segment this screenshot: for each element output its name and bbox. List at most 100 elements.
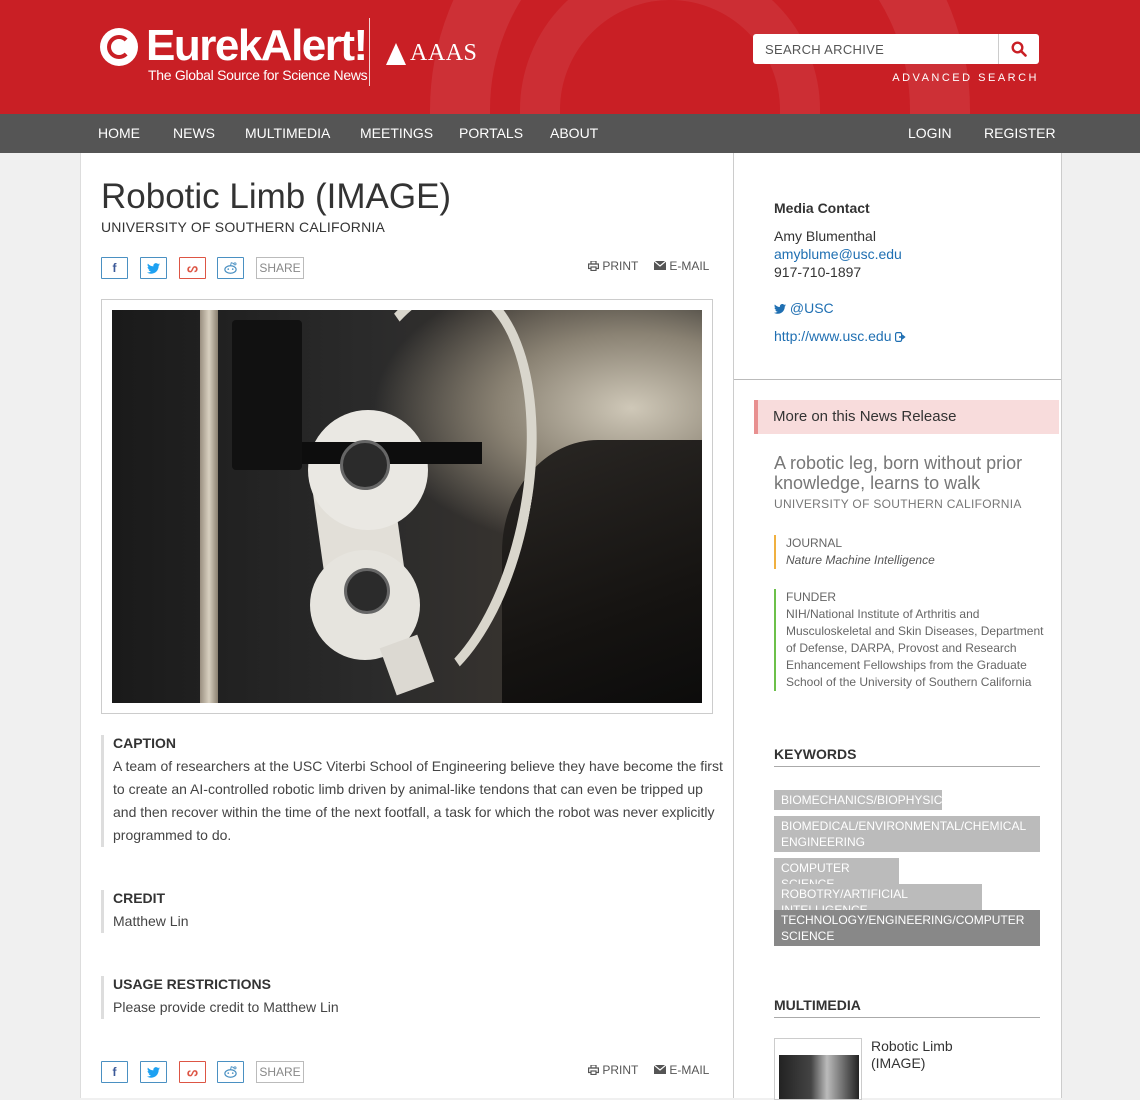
stumbleupon-share-button[interactable]: ᔕ (179, 257, 206, 279)
print-label: PRINT (602, 259, 639, 273)
credit-title: CREDIT (113, 890, 166, 906)
search-button[interactable] (998, 34, 1039, 64)
logo-subtitle: The Global Source for Science News (148, 67, 368, 83)
keyword-tag[interactable]: BIOMECHANICS/BIOPHYSICS (774, 790, 950, 810)
print-link[interactable]: PRINT (588, 259, 638, 273)
related-release-link[interactable]: A robotic leg, born without prior knowle… (774, 453, 1044, 493)
usage-text: Please provide credit to Matthew Lin (113, 999, 339, 1015)
keyword-tag[interactable]: BIOMEDICAL/ENVIRONMENTAL/CHEMICAL ENGINE… (774, 816, 1040, 852)
journal-value: Nature Machine Intelligence (786, 553, 935, 567)
contact-name: Amy Blumenthal (774, 228, 876, 244)
credit-text: Matthew Lin (113, 913, 189, 929)
envelope-icon (653, 260, 667, 270)
website-link[interactable]: http://www.usc.edu (774, 328, 907, 344)
contact-phone: 917-710-1897 (774, 264, 862, 280)
email-label: E-MAIL (669, 1063, 710, 1077)
external-link-icon (895, 332, 907, 343)
nav-register[interactable]: REGISTER (984, 114, 1056, 153)
caption-text: A team of researchers at the USC Viterbi… (113, 758, 723, 843)
page-title: Robotic Limb (IMAGE) (101, 177, 452, 216)
funder-block: FUNDER NIH/National Institute of Arthrit… (774, 589, 1056, 691)
nav-about[interactable]: ABOUT (550, 114, 598, 153)
more-on-release-header: More on this News Release (754, 400, 1059, 434)
nav-meetings[interactable]: MEETINGS (360, 114, 433, 153)
print-link[interactable]: PRINT (588, 1063, 638, 1077)
twitter-handle: @USC (789, 300, 834, 316)
funder-value: NIH/National Institute of Arthritis and … (786, 607, 1044, 689)
facebook-share-button[interactable]: f (101, 1061, 128, 1083)
print-icon (588, 1064, 600, 1076)
email-link[interactable]: E-MAIL (653, 259, 710, 273)
advanced-search-link[interactable]: ADVANCED SEARCH (892, 72, 1039, 84)
eurekalert-logo[interactable]: EurekAlert! The Global Source for Scienc… (100, 21, 368, 84)
eurekalert-logo-icon (100, 28, 138, 66)
journal-label: JOURNAL (786, 536, 843, 550)
content-container: Robotic Limb (IMAGE) UNIVERSITY OF SOUTH… (80, 153, 1062, 1100)
logo-divider (369, 18, 370, 86)
email-label: E-MAIL (669, 259, 710, 273)
reddit-share-button[interactable] (217, 257, 244, 279)
institution-name: UNIVERSITY OF SOUTHERN CALIFORNIA (101, 219, 386, 235)
media-contact: Media Contact Amy Blumenthal amyblume@us… (774, 199, 907, 345)
search-icon (1011, 41, 1027, 57)
sidebar: Media Contact Amy Blumenthal amyblume@us… (733, 153, 1061, 1100)
main-nav: HOME NEWS MULTIMEDIA MEETINGS PORTALS AB… (0, 114, 1140, 153)
stumbleupon-icon: ᔕ (187, 261, 198, 275)
reddit-icon (224, 1066, 237, 1078)
caption-title: CAPTION (113, 735, 176, 751)
twitter-link[interactable]: @USC (774, 300, 834, 316)
twitter-icon (147, 1066, 160, 1078)
website-url: http://www.usc.edu (774, 328, 892, 344)
journal-block: JOURNAL Nature Machine Intelligence (774, 535, 1056, 569)
twitter-icon (147, 262, 160, 274)
reddit-icon (224, 262, 237, 274)
envelope-icon (653, 1064, 667, 1074)
multimedia-thumbnail[interactable] (774, 1038, 862, 1100)
share-label: SHARE (256, 257, 304, 279)
print-label: PRINT (602, 1063, 639, 1077)
stumbleupon-icon: ᔕ (187, 1065, 198, 1079)
share-label: SHARE (256, 1061, 304, 1083)
keywords-heading: KEYWORDS (774, 746, 1040, 767)
share-bar-top: f ᔕ SHARE PRINT E-MAIL (101, 257, 713, 279)
multimedia-type: (IMAGE) (871, 1055, 926, 1071)
nav-home[interactable]: HOME (98, 114, 140, 153)
email-link[interactable]: E-MAIL (653, 1063, 710, 1077)
facebook-icon: f (112, 1065, 117, 1079)
print-icon (588, 260, 600, 272)
nav-multimedia[interactable]: MULTIMEDIA (245, 114, 330, 153)
credit-section: CREDIT Matthew Lin (101, 890, 725, 933)
multimedia-title-link[interactable]: Robotic Limb (871, 1038, 953, 1054)
logo-title: EurekAlert! (146, 21, 368, 70)
twitter-share-button[interactable] (140, 257, 167, 279)
twitter-share-button[interactable] (140, 1061, 167, 1083)
sidebar-divider (734, 379, 1061, 380)
caption-section: CAPTION A team of researchers at the USC… (101, 735, 725, 847)
aaas-logo-text: AAAS (410, 40, 478, 66)
aaas-logo-icon (386, 42, 406, 65)
search-box (753, 34, 1039, 64)
share-bar-bottom: f ᔕ SHARE PRINT E-MAIL (101, 1061, 713, 1083)
robotic-limb-photo[interactable] (112, 310, 702, 703)
stumbleupon-share-button[interactable]: ᔕ (179, 1061, 206, 1083)
facebook-share-button[interactable]: f (101, 257, 128, 279)
nav-portals[interactable]: PORTALS (459, 114, 523, 153)
nav-news[interactable]: NEWS (173, 114, 215, 153)
twitter-icon (774, 304, 786, 314)
usage-title: USAGE RESTRICTIONS (113, 976, 271, 992)
search-input[interactable] (753, 34, 998, 64)
keyword-tag[interactable]: TECHNOLOGY/ENGINEERING/COMPUTER SCIENCE (774, 910, 1040, 946)
facebook-icon: f (112, 261, 117, 275)
multimedia-item: Robotic Limb (IMAGE) (871, 1038, 953, 1072)
main-image-frame (101, 299, 713, 714)
aaas-logo[interactable]: AAAS (386, 40, 477, 67)
usage-section: USAGE RESTRICTIONS Please provide credit… (101, 976, 725, 1019)
media-contact-label: Media Contact (774, 200, 870, 216)
multimedia-heading: MULTIMEDIA (774, 997, 1040, 1018)
nav-login[interactable]: LOGIN (908, 114, 952, 153)
site-header: EurekAlert! The Global Source for Scienc… (0, 0, 1140, 114)
contact-email-link[interactable]: amyblume@usc.edu (774, 246, 902, 262)
funder-label: FUNDER (786, 590, 836, 604)
related-institution: UNIVERSITY OF SOUTHERN CALIFORNIA (774, 497, 1022, 511)
reddit-share-button[interactable] (217, 1061, 244, 1083)
